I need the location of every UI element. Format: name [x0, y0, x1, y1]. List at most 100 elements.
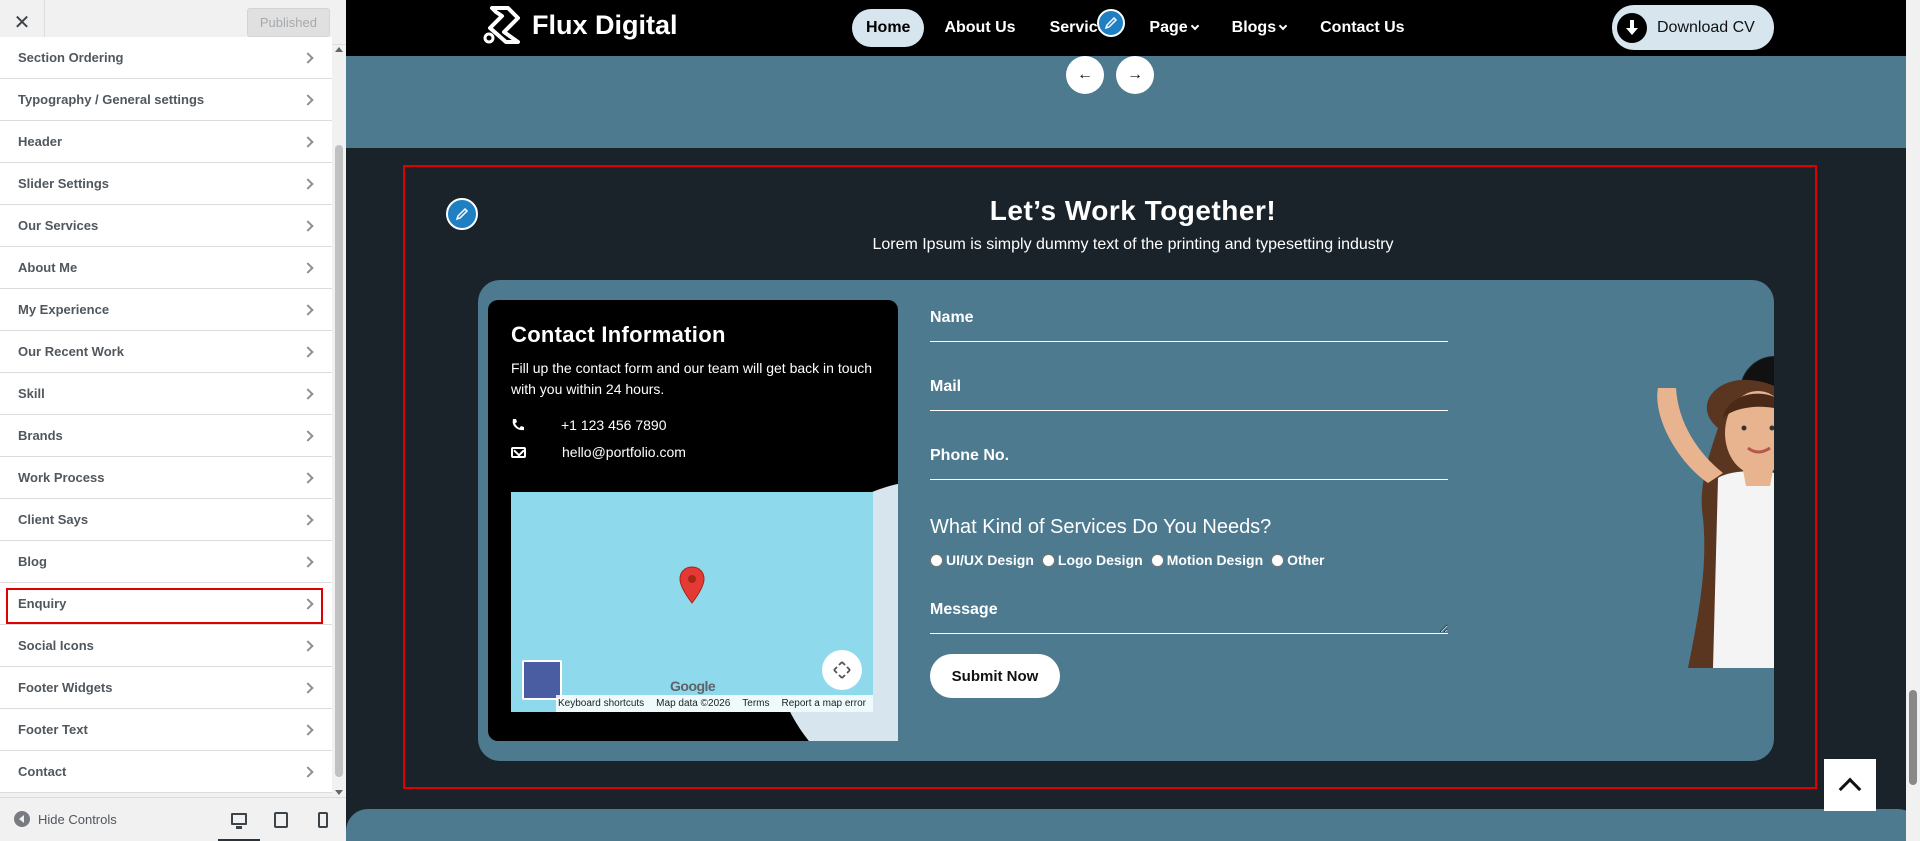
name-input[interactable]: [930, 302, 1448, 341]
slider-next-button[interactable]: →: [1116, 56, 1154, 94]
preview-scroll-thumb[interactable]: [1909, 690, 1917, 785]
service-option[interactable]: Motion Design: [1150, 552, 1263, 568]
nav-page[interactable]: Page: [1135, 9, 1211, 47]
map-attribution-link[interactable]: Report a map error: [782, 698, 866, 709]
radio-button[interactable]: [930, 553, 943, 567]
nav-blogs[interactable]: Blogs: [1218, 9, 1300, 47]
sidebar-item-our-services[interactable]: Our Services: [0, 205, 332, 247]
sidebar-item-social-icons[interactable]: Social Icons: [0, 625, 332, 667]
device-tablet-button[interactable]: [260, 798, 302, 841]
site-logo[interactable]: Flux Digital: [478, 2, 678, 48]
radio-button[interactable]: [1041, 553, 1055, 567]
sidebar-item-my-experience[interactable]: My Experience: [0, 289, 332, 331]
chevron-right-icon: [302, 765, 314, 778]
sidebar-item-slider-settings[interactable]: Slider Settings: [0, 163, 332, 205]
slider-band: ← →: [346, 56, 1920, 148]
sidebar-scroll-thumb[interactable]: [335, 145, 343, 777]
sidebar-item-our-recent-work[interactable]: Our Recent Work: [0, 331, 332, 373]
hide-controls-button[interactable]: Hide Controls: [14, 811, 117, 827]
download-icon: [1617, 12, 1647, 43]
sidebar-item-label: Footer Widgets: [18, 680, 113, 695]
sidebar-item-footer-text[interactable]: Footer Text: [0, 709, 332, 751]
logo-mark-icon: [483, 6, 520, 44]
scroll-to-top-button[interactable]: [1824, 759, 1876, 811]
chevron-right-icon: [302, 387, 314, 400]
sidebar-item-about-me[interactable]: About Me: [0, 247, 332, 289]
chevron-right-icon: [302, 345, 314, 358]
sidebar-scrollbar[interactable]: [332, 45, 346, 797]
nav-contact-us[interactable]: Contact Us: [1306, 9, 1418, 47]
service-option-label: Logo Design: [1057, 552, 1143, 568]
enquiry-card: Contact Information Fill up the contact …: [478, 280, 1774, 761]
scroll-up-icon[interactable]: [335, 47, 343, 52]
map-overlay-tile[interactable]: [522, 660, 562, 700]
service-option[interactable]: Logo Design: [1041, 552, 1143, 568]
phone-field[interactable]: Phone No.: [930, 440, 1448, 480]
download-cv-button[interactable]: Download CV: [1612, 5, 1774, 50]
sidebar-item-label: Social Icons: [18, 638, 94, 653]
sidebar-item-label: Section Ordering: [18, 50, 124, 65]
service-option[interactable]: Other: [1271, 552, 1324, 568]
chevron-right-icon: [302, 513, 314, 526]
map-attribution-link[interactable]: Keyboard shortcuts: [558, 698, 644, 709]
slider-prev-button[interactable]: ←: [1066, 56, 1104, 94]
map-attribution-link[interactable]: Terms: [742, 698, 769, 709]
hide-controls-label: Hide Controls: [38, 811, 117, 827]
phone-input[interactable]: [930, 440, 1448, 479]
contact-phone[interactable]: +1 123 456 7890: [561, 417, 667, 433]
scroll-down-icon[interactable]: [335, 790, 343, 795]
logo-text: Flux Digital: [532, 9, 678, 40]
message-field[interactable]: Message: [930, 594, 1448, 634]
sidebar-item-label: Blog: [18, 554, 47, 569]
chevron-right-icon: [302, 303, 314, 316]
published-button[interactable]: Published: [246, 8, 330, 37]
site-header: Flux Digital Home About Us Services Page Blo…: [346, 0, 1920, 56]
sidebar-item-brands[interactable]: Brands: [0, 415, 332, 457]
sidebar-item-section-ordering[interactable]: Section Ordering: [0, 37, 332, 79]
enquiry-subtitle: Lorem Ipsum is simply dummy text of the …: [872, 236, 1394, 253]
next-section-band: [346, 809, 1920, 841]
radio-button[interactable]: [1271, 553, 1285, 567]
sidebar-item-label: My Experience: [18, 302, 110, 317]
main-nav: Home About Us Services Page Blogs Contact Us: [852, 9, 1425, 47]
sidebar-item-enquiry[interactable]: Enquiry: [0, 583, 332, 625]
contact-email[interactable]: hello@portfolio.com: [562, 444, 686, 460]
mail-field[interactable]: Mail: [930, 371, 1448, 411]
sidebar-item-blog[interactable]: Blog: [0, 541, 332, 583]
nav-label: Home: [866, 19, 911, 36]
submit-button[interactable]: Submit Now: [930, 654, 1060, 698]
contact-info-description: Fill up the contact form and our team wi…: [511, 360, 873, 397]
sidebar-item-work-process[interactable]: Work Process: [0, 457, 332, 499]
chevron-right-icon: [302, 51, 314, 64]
chevron-right-icon: [302, 93, 314, 106]
sidebar-item-footer-widgets[interactable]: Footer Widgets: [0, 667, 332, 709]
map-fullscreen-icon[interactable]: [822, 650, 862, 690]
map-pin-icon[interactable]: [679, 566, 705, 604]
google-logo: Google: [670, 678, 716, 694]
name-field[interactable]: Name: [930, 302, 1448, 342]
contact-information-panel: Contact Information Fill up the contact …: [488, 300, 898, 741]
sidebar-item-skill[interactable]: Skill: [0, 373, 332, 415]
sidebar-item-typography-general-settings[interactable]: Typography / General settings: [0, 79, 332, 121]
sidebar-item-header[interactable]: Header: [0, 121, 332, 163]
tablet-icon: [274, 812, 288, 828]
device-mobile-button[interactable]: [302, 798, 344, 841]
service-option[interactable]: UI/UX Design: [930, 552, 1034, 568]
sidebar-item-client-says[interactable]: Client Says: [0, 499, 332, 541]
map-attribution-link[interactable]: Map data ©2026: [656, 698, 730, 709]
nav-label: Page: [1149, 19, 1188, 36]
sidebar-item-contact[interactable]: Contact: [0, 751, 332, 793]
google-map[interactable]: Google Keyboard shortcuts Map data ©2026 T…: [511, 492, 873, 712]
message-input[interactable]: [930, 594, 1448, 633]
device-desktop-button[interactable]: [218, 798, 260, 841]
sidebar-item-label: Our Services: [18, 218, 99, 233]
mail-input[interactable]: [930, 371, 1448, 410]
radio-button[interactable]: [1150, 553, 1164, 567]
edit-pencil-icon[interactable]: [1097, 9, 1125, 37]
chevron-right-icon: [302, 261, 314, 274]
nav-home[interactable]: Home: [852, 9, 925, 47]
sidebar-item-label: Footer Text: [18, 722, 88, 737]
preview-scrollbar[interactable]: [1906, 0, 1920, 841]
phone-icon: [512, 419, 524, 431]
nav-about-us[interactable]: About Us: [930, 9, 1029, 47]
